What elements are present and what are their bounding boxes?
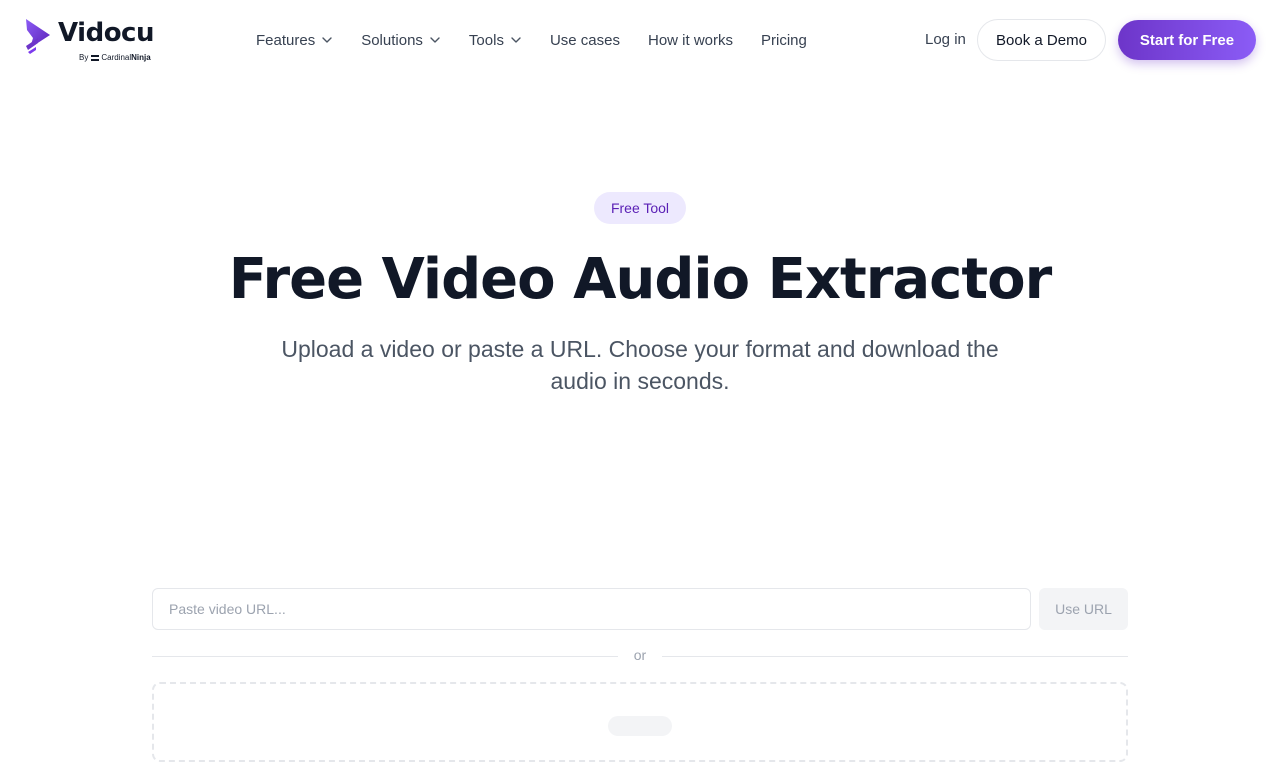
nav-item-label: Tools — [468, 31, 504, 49]
chevron-down-icon — [511, 37, 521, 43]
nav-item-label: How it works — [647, 31, 733, 49]
or-divider-label: or — [633, 647, 647, 663]
logo-brand-a: Cardinal — [101, 53, 132, 62]
logo-brand-b: Ninja — [131, 53, 151, 62]
logo-byline: By CardinalNinja — [79, 53, 151, 62]
nav-item-use-cases[interactable]: Use cases — [550, 32, 620, 49]
nav-item-solutions[interactable]: Solutions — [361, 32, 441, 49]
book-demo-button[interactable]: Book a Demo — [977, 19, 1106, 61]
video-url-input[interactable] — [152, 588, 1031, 630]
cardinal-ninja-icon — [91, 54, 100, 61]
chevron-down-icon — [322, 37, 332, 43]
chevron-down-icon — [430, 37, 440, 43]
nav-item-label: Use cases — [549, 31, 620, 49]
nav-item-label: Solutions — [361, 31, 423, 49]
start-free-button[interactable]: Start for Free — [1118, 20, 1256, 60]
logo-wordmark: Vidocu — [58, 18, 154, 48]
page-title: Free Video Audio Extractor — [228, 247, 1052, 312]
play-triangle-logo-icon — [26, 19, 50, 54]
nav-item-features[interactable]: Features — [256, 32, 333, 49]
nav-item-how-it-works[interactable]: How it works — [648, 32, 733, 49]
site-header: Vidocu By CardinalNinja Features Solutions… — [0, 0, 1280, 80]
main-nav: Features Solutions Tools Use cases How it wo… — [256, 30, 835, 50]
video-upload-dropzone[interactable] — [152, 682, 1128, 762]
nav-item-label: Pricing — [761, 31, 807, 49]
divider-right — [662, 656, 1128, 657]
divider-left — [152, 656, 618, 657]
nav-item-tools[interactable]: Tools — [469, 32, 522, 49]
upload-icon — [608, 716, 672, 736]
login-link[interactable]: Log in — [925, 31, 966, 48]
use-url-button[interactable]: Use URL — [1039, 588, 1128, 630]
vidocu-logo[interactable]: Vidocu By CardinalNinja — [24, 18, 164, 66]
page-subtitle: Upload a video or paste a URL. Choose yo… — [281, 336, 999, 394]
nav-item-label: Features — [256, 31, 316, 49]
nav-item-pricing[interactable]: Pricing — [761, 32, 807, 49]
logo-by-text: By — [79, 53, 89, 62]
free-tool-badge: Free Tool — [594, 192, 686, 224]
